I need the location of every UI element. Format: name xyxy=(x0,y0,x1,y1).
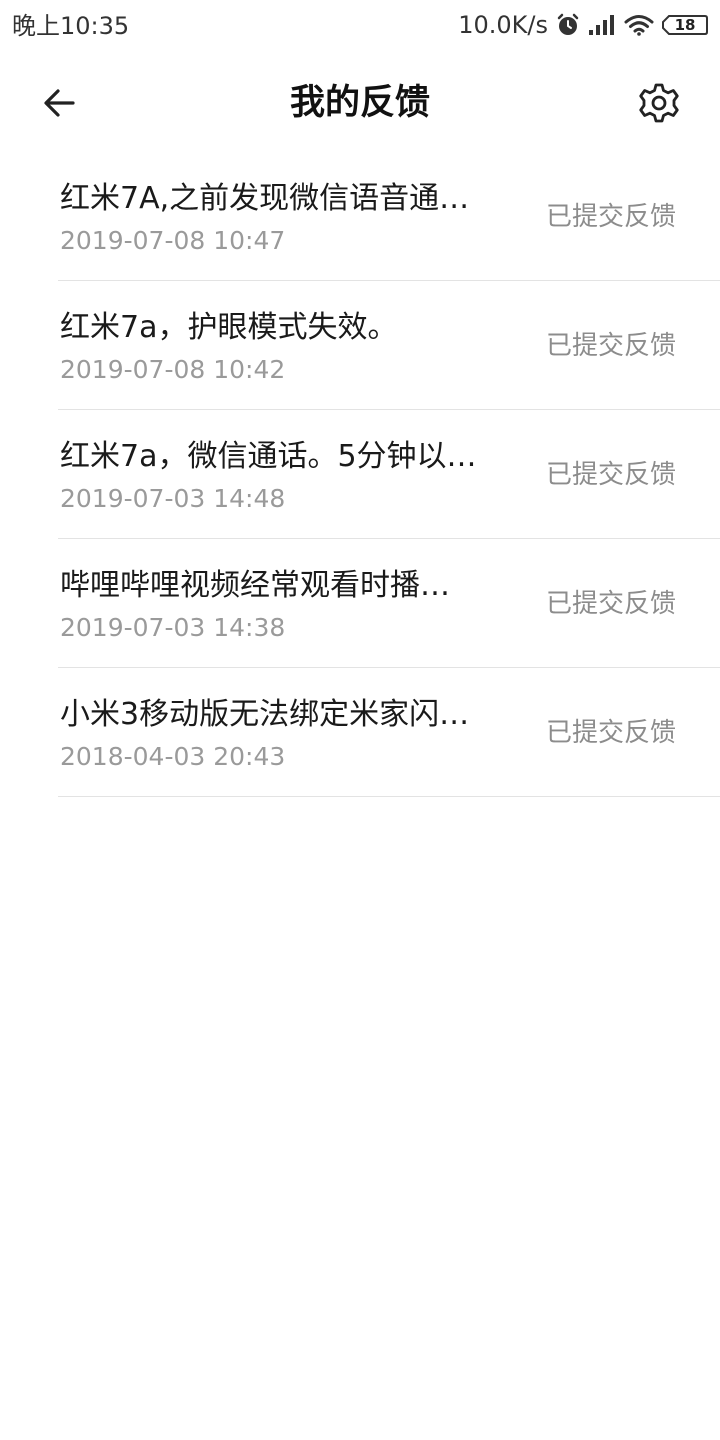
list-item[interactable]: 红米7a，微信通话。5分钟以… 2019-07-03 14:48 已提交反馈 xyxy=(58,410,720,539)
feedback-status: 已提交反馈 xyxy=(545,202,676,232)
feedback-list: 红米7A,之前发现微信语音通… 2019-07-08 10:47 已提交反馈 红… xyxy=(0,152,720,797)
app-header: 我的反馈 xyxy=(0,62,720,142)
status-time: 晚上10:35 xyxy=(12,12,130,40)
feedback-title: 红米7a，微信通话。5分钟以… xyxy=(60,439,477,474)
battery-icon: 18 xyxy=(662,14,708,36)
signal-icon xyxy=(588,14,616,36)
network-speed: 10.0K/s xyxy=(458,11,548,39)
status-right: 10.0K/s 18 xyxy=(458,8,708,42)
gear-icon xyxy=(639,83,679,123)
battery-level: 18 xyxy=(674,16,696,34)
page-title: 我的反馈 xyxy=(289,83,430,123)
feedback-status: 已提交反馈 xyxy=(545,331,676,361)
list-item[interactable]: 哔哩哔哩视频经常观看时播… 2019-07-03 14:38 已提交反馈 xyxy=(58,539,720,668)
feedback-screen: 晚上10:35 10.0K/s 18 我的反馈 红米7A,之前发现微信语音通… … xyxy=(0,0,720,1440)
feedback-status: 已提交反馈 xyxy=(545,589,676,619)
feedback-status: 已提交反馈 xyxy=(545,460,676,490)
feedback-date: 2019-07-03 14:38 xyxy=(60,613,286,642)
alarm-icon xyxy=(556,13,580,37)
list-item[interactable]: 红米7a，护眼模式失效。 2019-07-08 10:42 已提交反馈 xyxy=(58,281,720,410)
feedback-title: 小米3移动版无法绑定米家闪… xyxy=(60,697,470,732)
list-item[interactable]: 红米7A,之前发现微信语音通… 2019-07-08 10:47 已提交反馈 xyxy=(58,152,720,281)
feedback-date: 2019-07-08 10:42 xyxy=(60,355,286,384)
feedback-status: 已提交反馈 xyxy=(545,718,676,748)
feedback-title: 红米7a，护眼模式失效。 xyxy=(60,310,398,345)
feedback-title: 哔哩哔哩视频经常观看时播… xyxy=(60,568,450,603)
status-bar: 晚上10:35 10.0K/s 18 xyxy=(0,0,720,52)
feedback-date: 2019-07-03 14:48 xyxy=(60,484,286,513)
list-item[interactable]: 小米3移动版无法绑定米家闪… 2018-04-03 20:43 已提交反馈 xyxy=(58,668,720,797)
feedback-date: 2019-07-08 10:47 xyxy=(60,226,286,255)
settings-button[interactable] xyxy=(634,78,684,128)
feedback-date: 2018-04-03 20:43 xyxy=(60,742,286,771)
wifi-icon xyxy=(624,14,654,36)
feedback-title: 红米7A,之前发现微信语音通… xyxy=(60,181,470,216)
